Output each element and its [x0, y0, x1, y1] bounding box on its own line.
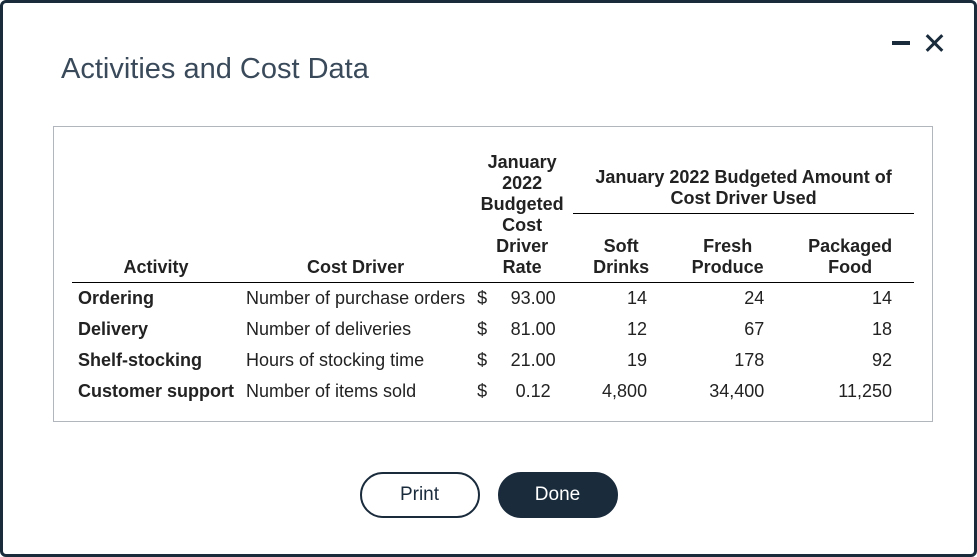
cell-rate: 21.00	[493, 345, 573, 376]
modal-dialog: Activities and Cost Data Activity Cost D…	[0, 0, 977, 557]
cell-fresh: 178	[669, 345, 786, 376]
close-icon[interactable]	[924, 33, 944, 53]
cell-currency: $	[471, 345, 493, 376]
col-header-cost-driver: Cost Driver	[240, 147, 471, 283]
cell-soft: 4,800	[573, 376, 669, 407]
table-body: Ordering Number of purchase orders $ 93.…	[72, 283, 914, 408]
cell-currency: $	[471, 283, 493, 315]
col-header-packaged-food: Packaged Food	[786, 214, 914, 283]
cell-driver: Number of items sold	[240, 376, 471, 407]
cell-rate: 0.12	[493, 376, 573, 407]
cell-driver: Number of deliveries	[240, 314, 471, 345]
cell-rate: 81.00	[493, 314, 573, 345]
cell-driver: Number of purchase orders	[240, 283, 471, 315]
col-header-fresh-produce: Fresh Produce	[669, 214, 786, 283]
table-row: Ordering Number of purchase orders $ 93.…	[72, 283, 914, 315]
print-button[interactable]: Print	[360, 472, 480, 518]
table-row: Customer support Number of items sold $ …	[72, 376, 914, 407]
cell-packaged: 92	[786, 345, 914, 376]
cell-activity: Ordering	[72, 283, 240, 315]
cell-soft: 14	[573, 283, 669, 315]
cell-packaged: 11,250	[786, 376, 914, 407]
button-row: Print Done	[53, 472, 924, 518]
cell-fresh: 24	[669, 283, 786, 315]
cell-activity: Shelf-stocking	[72, 345, 240, 376]
data-table-frame: Activity Cost Driver January 2022 Budget…	[53, 126, 933, 422]
cell-fresh: 67	[669, 314, 786, 345]
col-header-group: January 2022 Budgeted Amount of Cost Dri…	[573, 147, 914, 214]
window-controls	[892, 33, 944, 53]
cell-driver: Hours of stocking time	[240, 345, 471, 376]
done-button[interactable]: Done	[498, 472, 618, 518]
col-header-rate: January 2022 Budgeted Cost Driver Rate	[471, 147, 573, 283]
cell-packaged: 18	[786, 314, 914, 345]
cost-data-table: Activity Cost Driver January 2022 Budget…	[72, 147, 914, 407]
cell-currency: $	[471, 314, 493, 345]
table-row: Shelf-stocking Hours of stocking time $ …	[72, 345, 914, 376]
cell-activity: Customer support	[72, 376, 240, 407]
cell-packaged: 14	[786, 283, 914, 315]
cell-rate: 93.00	[493, 283, 573, 315]
minimize-icon[interactable]	[892, 41, 910, 45]
cell-currency: $	[471, 376, 493, 407]
page-title: Activities and Cost Data	[61, 53, 924, 86]
cell-activity: Delivery	[72, 314, 240, 345]
table-row: Delivery Number of deliveries $ 81.00 12…	[72, 314, 914, 345]
cell-fresh: 34,400	[669, 376, 786, 407]
col-header-soft-drinks: Soft Drinks	[573, 214, 669, 283]
col-header-activity: Activity	[72, 147, 240, 283]
cell-soft: 19	[573, 345, 669, 376]
cell-soft: 12	[573, 314, 669, 345]
